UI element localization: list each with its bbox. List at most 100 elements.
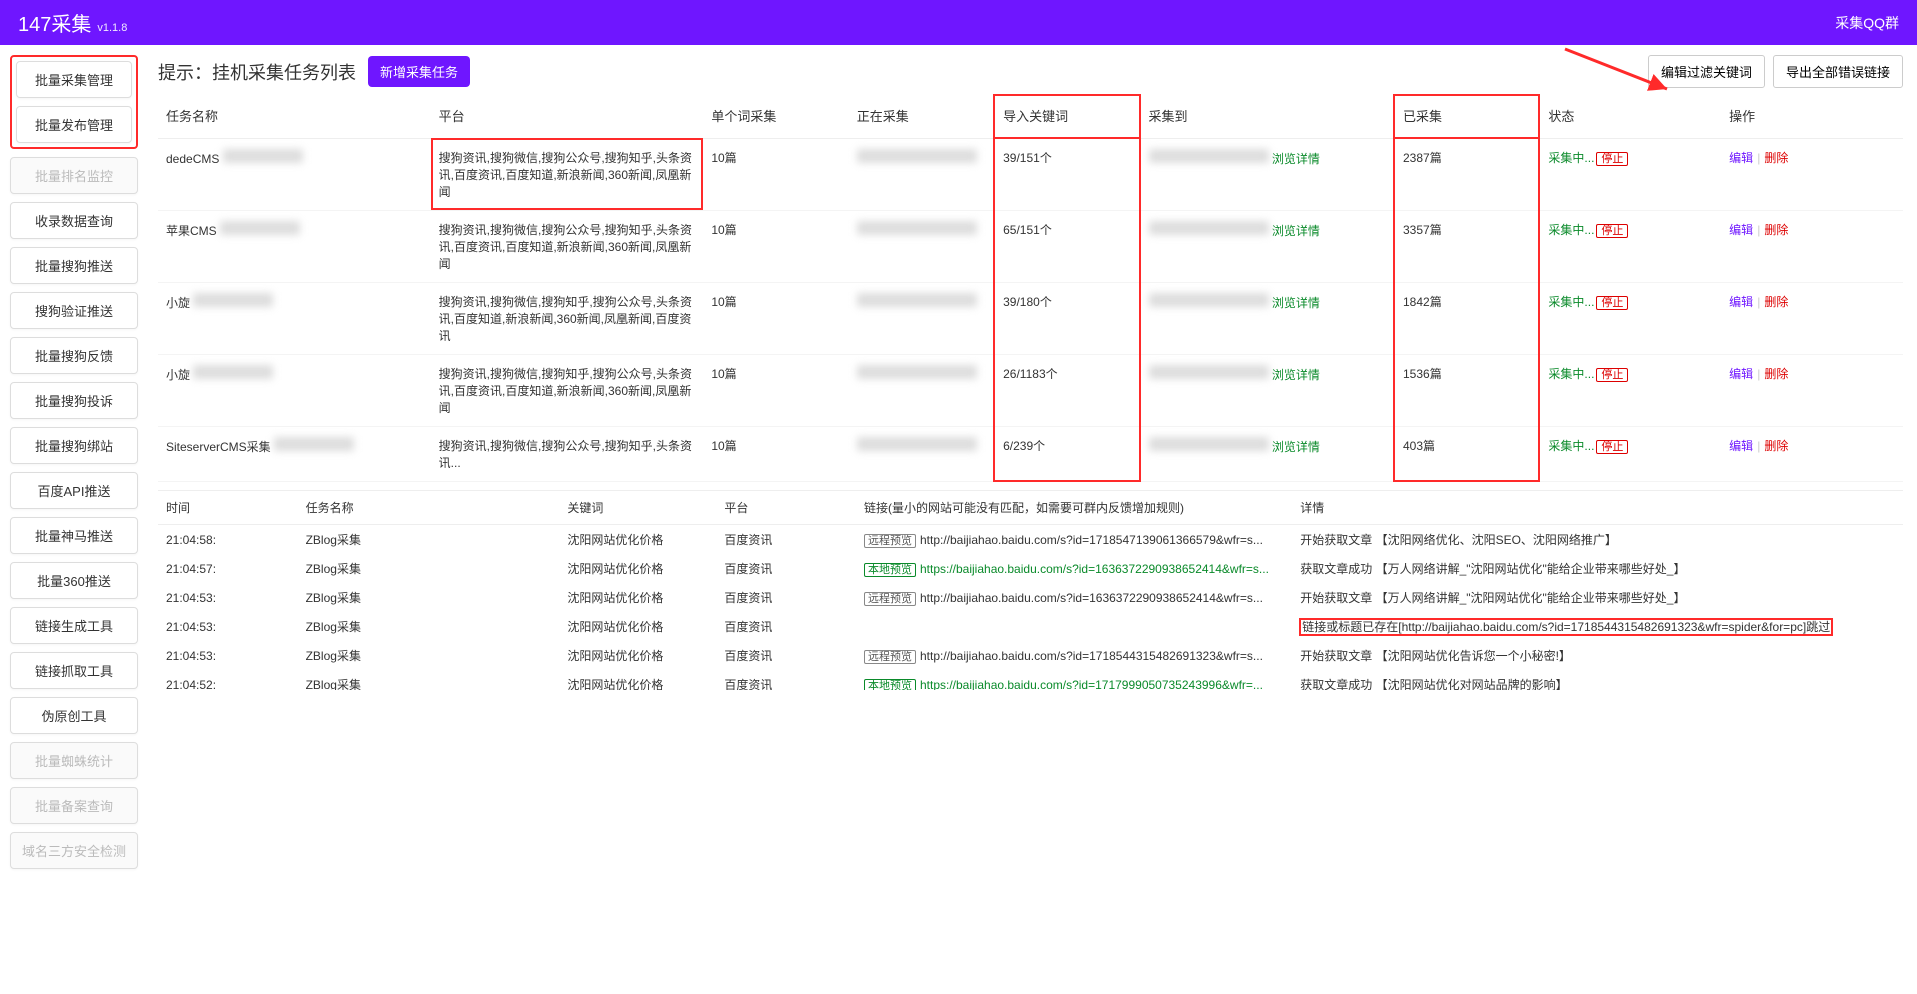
sidebar-item-7[interactable]: 百度API推送 [10, 472, 138, 509]
sidebar: 批量采集管理 批量发布管理 批量排名监控收录数据查询批量搜狗推送搜狗验证推送批量… [0, 45, 148, 879]
task-collect-to: 浏览详情 [1140, 210, 1394, 282]
brand-version: v1.1.8 [97, 22, 127, 34]
log-cell: 百度资讯 [716, 612, 856, 641]
edit-button[interactable]: 编辑 [1729, 439, 1753, 453]
log-cell: 百度资讯 [716, 583, 856, 612]
log-cell: ZBlog采集 [298, 641, 560, 670]
task-row: 苹果CMS 搜狗资讯,搜狗微信,搜狗公众号,搜狗知乎,头条资讯,百度资讯,百度知… [158, 210, 1903, 282]
task-col-4: 导入关键词 [994, 95, 1139, 138]
remote-preview-tag[interactable]: 远程预览 [864, 534, 916, 548]
delete-button[interactable]: 删除 [1764, 295, 1788, 309]
log-url[interactable]: http://baijiahao.baidu.com/s?id=16363722… [920, 591, 1263, 605]
log-cell: 21:04:58: [158, 525, 298, 555]
log-row: 21:04:58:ZBlog采集沈阳网站优化价格百度资讯远程预览http://b… [158, 525, 1903, 555]
log-cell: 沈阳网站优化价格 [559, 612, 716, 641]
log-url[interactable]: http://baijiahao.baidu.com/s?id=17185443… [920, 649, 1263, 663]
log-cell: 百度资讯 [716, 641, 856, 670]
task-col-0: 任务名称 [158, 95, 431, 138]
log-col-1: 任务名称 [298, 491, 560, 525]
remote-preview-tag[interactable]: 远程预览 [864, 592, 916, 606]
local-preview-tag[interactable]: 本地预览 [864, 563, 916, 577]
task-name: SiteserverCMS采集 [158, 426, 431, 481]
sidebar-item-13: 批量蜘蛛统计 [10, 742, 138, 779]
delete-button[interactable]: 删除 [1764, 223, 1788, 237]
edit-button[interactable]: 编辑 [1729, 151, 1753, 165]
browse-detail-link[interactable]: 浏览详情 [1272, 368, 1320, 382]
task-row: 小旋 搜狗资讯,搜狗微信,搜狗知乎,搜狗公众号,头条资讯,百度知道,新浪新闻,3… [158, 282, 1903, 354]
log-url[interactable]: https://baijiahao.baidu.com/s?id=1636372… [920, 562, 1269, 576]
log-cell: 沈阳网站优化价格 [559, 641, 716, 670]
stop-button[interactable]: 停止 [1596, 224, 1628, 238]
sidebar-item-0: 批量排名监控 [10, 157, 138, 194]
sidebar-item-11[interactable]: 链接抓取工具 [10, 652, 138, 689]
task-single: 10篇 [703, 138, 848, 210]
log-cell: 21:04:53: [158, 612, 298, 641]
task-collect-to: 浏览详情 [1140, 138, 1394, 210]
top-bar: 147采集 v1.1.8 采集QQ群 [0, 0, 1917, 45]
task-ops: 编辑|删除 [1721, 426, 1903, 481]
browse-detail-link[interactable]: 浏览详情 [1272, 152, 1320, 166]
log-cell: 百度资讯 [716, 525, 856, 555]
task-running [849, 426, 994, 481]
log-url[interactable]: https://baijiahao.baidu.com/s?id=1717999… [920, 678, 1263, 691]
stop-button[interactable]: 停止 [1596, 296, 1628, 310]
sidebar-item-8[interactable]: 批量神马推送 [10, 517, 138, 554]
sidebar-item-9[interactable]: 批量360推送 [10, 562, 138, 599]
task-col-3: 正在采集 [849, 95, 994, 138]
sidebar-item-1[interactable]: 收录数据查询 [10, 202, 138, 239]
browse-detail-link[interactable]: 浏览详情 [1272, 296, 1320, 310]
log-cell: 沈阳网站优化价格 [559, 670, 716, 690]
task-col-7: 状态 [1539, 95, 1721, 138]
browse-detail-link[interactable]: 浏览详情 [1272, 440, 1320, 454]
task-row: SiteserverCMS采集 搜狗资讯,搜狗微信,搜狗公众号,搜狗知乎,头条资… [158, 426, 1903, 481]
stop-button[interactable]: 停止 [1596, 152, 1628, 166]
sidebar-item-collect-manage[interactable]: 批量采集管理 [16, 61, 132, 98]
qq-group-link[interactable]: 采集QQ群 [1835, 13, 1899, 33]
task-status: 采集中...停止 [1539, 210, 1721, 282]
sidebar-item-publish-manage[interactable]: 批量发布管理 [16, 106, 132, 143]
sidebar-item-2[interactable]: 批量搜狗推送 [10, 247, 138, 284]
edit-button[interactable]: 编辑 [1729, 223, 1753, 237]
sidebar-item-15: 域名三方安全检测 [10, 832, 138, 869]
task-done: 2387篇 [1394, 138, 1539, 210]
sidebar-item-3[interactable]: 搜狗验证推送 [10, 292, 138, 329]
delete-button[interactable]: 删除 [1764, 151, 1788, 165]
log-cell: 21:04:53: [158, 641, 298, 670]
stop-button[interactable]: 停止 [1596, 368, 1628, 382]
sidebar-item-12[interactable]: 伪原创工具 [10, 697, 138, 734]
task-collect-to: 浏览详情 [1140, 426, 1394, 481]
log-cell: 沈阳网站优化价格 [559, 525, 716, 555]
log-detail: 开始获取文章 【沈阳网络优化、沈阳SEO、沈阳网络推广】 [1292, 525, 1903, 555]
delete-button[interactable]: 删除 [1764, 439, 1788, 453]
main-content: 提示：挂机采集任务列表 新增采集任务 编辑过滤关键词 导出全部错误链接 任务名称… [148, 45, 1917, 879]
log-detail: 获取文章成功 【沈阳网站优化对网站品牌的影响】 [1292, 670, 1903, 690]
task-table: 任务名称平台单个词采集正在采集导入关键词采集到已采集状态操作 dedeCMS 搜… [158, 94, 1903, 482]
log-panel[interactable]: 时间任务名称关键词平台链接(量小的网站可能没有匹配，如需要可群内反馈增加规则)详… [158, 490, 1903, 690]
sidebar-item-5[interactable]: 批量搜狗投诉 [10, 382, 138, 419]
task-running [849, 354, 994, 426]
task-single: 10篇 [703, 354, 848, 426]
export-error-links-button[interactable]: 导出全部错误链接 [1773, 55, 1903, 88]
sidebar-item-4[interactable]: 批量搜狗反馈 [10, 337, 138, 374]
log-url[interactable]: http://baijiahao.baidu.com/s?id=17185471… [920, 533, 1263, 547]
add-task-button[interactable]: 新增采集任务 [368, 56, 470, 87]
log-table: 时间任务名称关键词平台链接(量小的网站可能没有匹配，如需要可群内反馈增加规则)详… [158, 491, 1903, 690]
local-preview-tag[interactable]: 本地预览 [864, 679, 916, 691]
task-done: 403篇 [1394, 426, 1539, 481]
stop-button[interactable]: 停止 [1596, 440, 1628, 454]
log-row: 21:04:52:ZBlog采集沈阳网站优化价格百度资讯本地预览https://… [158, 670, 1903, 690]
edit-filter-keywords-button[interactable]: 编辑过滤关键词 [1648, 55, 1765, 88]
sidebar-item-10[interactable]: 链接生成工具 [10, 607, 138, 644]
browse-detail-link[interactable]: 浏览详情 [1272, 224, 1320, 238]
log-row: 21:04:53:ZBlog采集沈阳网站优化价格百度资讯链接或标题已存在[htt… [158, 612, 1903, 641]
edit-button[interactable]: 编辑 [1729, 295, 1753, 309]
task-running [849, 282, 994, 354]
log-row: 21:04:53:ZBlog采集沈阳网站优化价格百度资讯远程预览 http://b… [158, 641, 1903, 670]
task-col-2: 单个词采集 [703, 95, 848, 138]
delete-button[interactable]: 删除 [1764, 367, 1788, 381]
page-title: 提示：挂机采集任务列表 [158, 59, 356, 85]
edit-button[interactable]: 编辑 [1729, 367, 1753, 381]
log-col-2: 关键词 [559, 491, 716, 525]
remote-preview-tag[interactable]: 远程预览 [864, 650, 916, 664]
sidebar-item-6[interactable]: 批量搜狗绑站 [10, 427, 138, 464]
